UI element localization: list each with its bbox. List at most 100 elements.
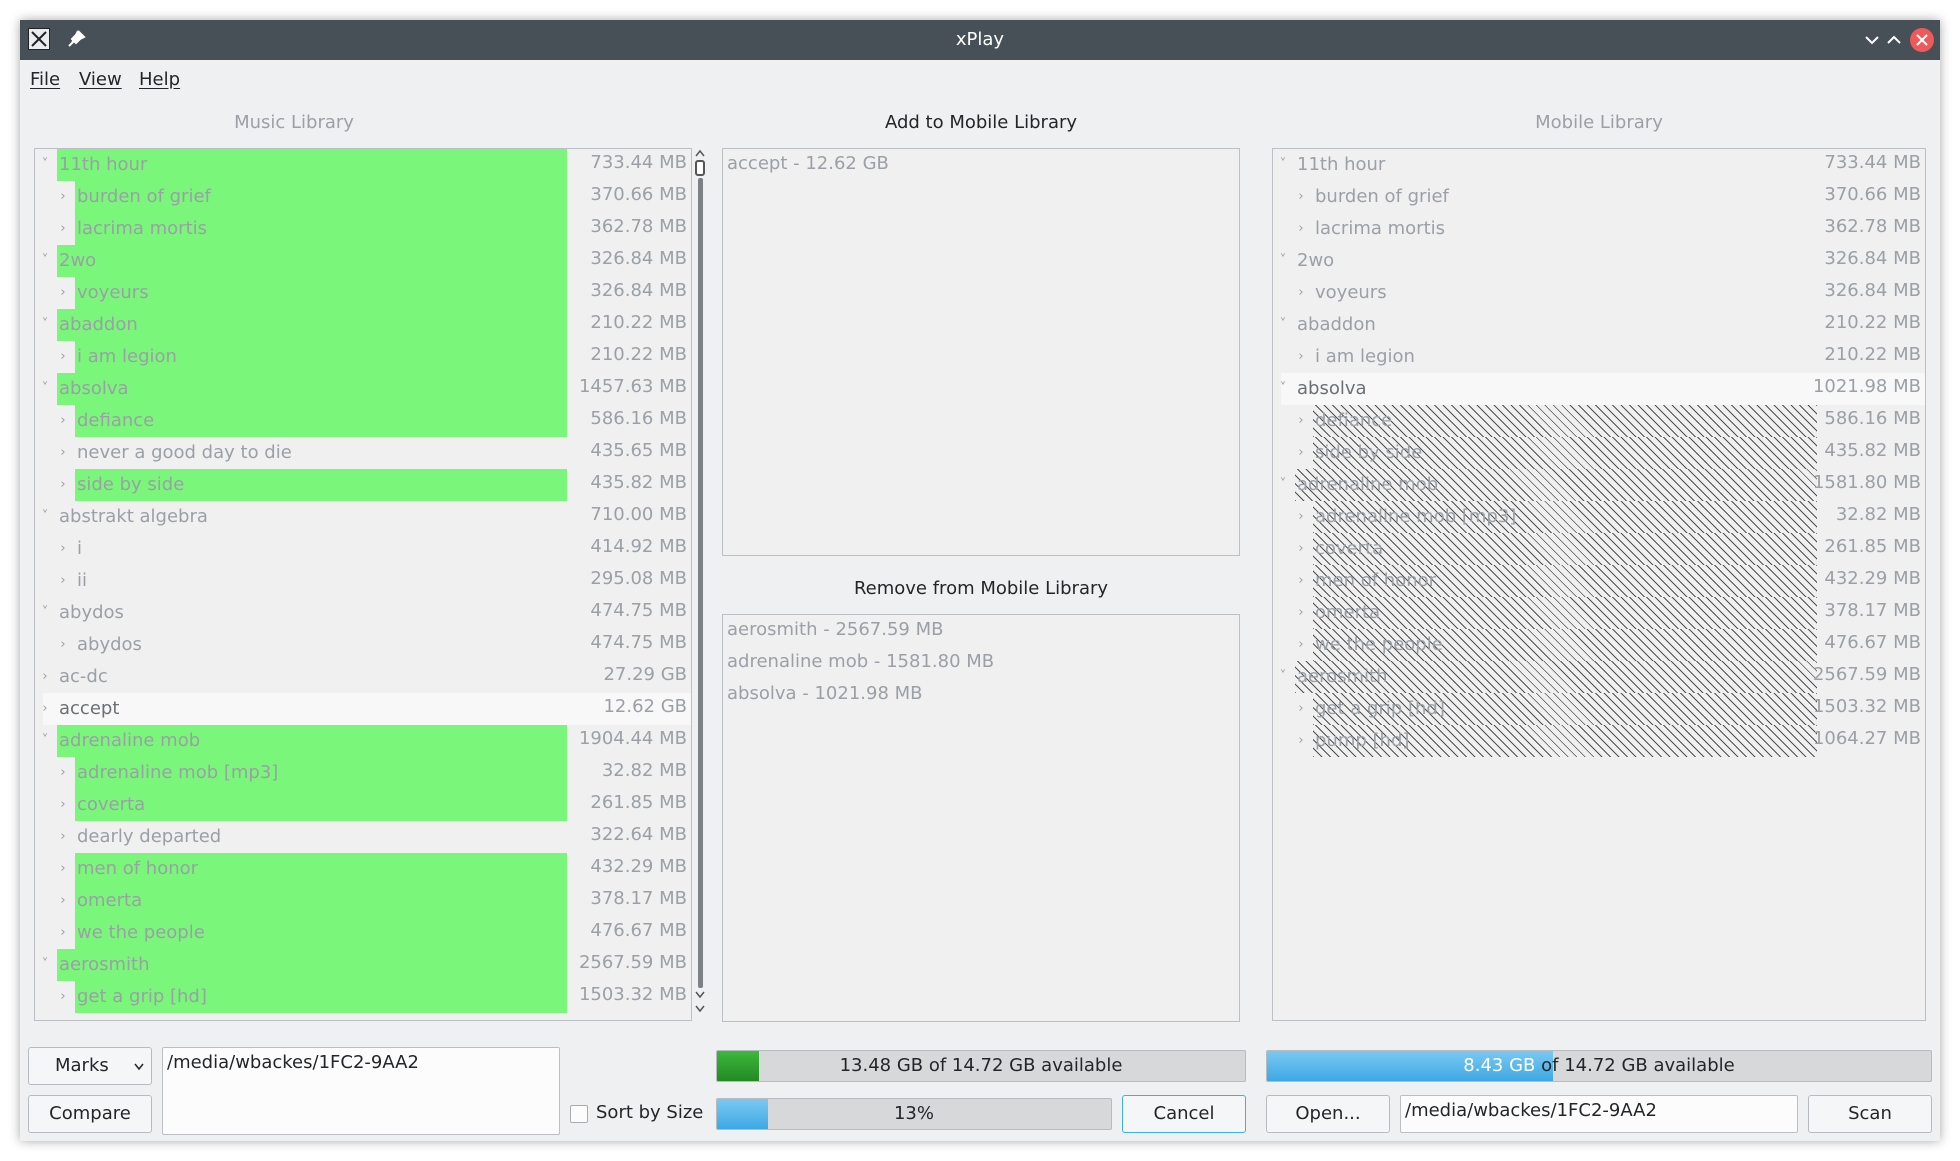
remove-list[interactable]: aerosmith - 2567.59 MB adrenaline mob - …: [722, 614, 1240, 1022]
tree-row[interactable]: ˅ abaddon 210.22 MB: [1273, 309, 1925, 341]
chevron-down-icon[interactable]: ˅: [39, 949, 51, 981]
tree-row[interactable]: › get a grip [hd] 1503.32 MB: [35, 981, 691, 1013]
marks-dropdown[interactable]: Marks: [28, 1047, 152, 1085]
chevron-right-icon[interactable]: ›: [1295, 277, 1307, 309]
tree-row[interactable]: › lacrima mortis 362.78 MB: [1273, 213, 1925, 245]
tree-row[interactable]: › ac-dc 27.29 GB: [35, 661, 691, 693]
tree-row[interactable]: › pump [hd] 1064.27 MB: [1273, 725, 1925, 757]
chevron-right-icon[interactable]: ›: [57, 469, 69, 501]
tree-row[interactable]: › adrenaline mob [mp3] 32.82 MB: [1273, 501, 1925, 533]
tree-row[interactable]: › voyeurs 326.84 MB: [35, 277, 691, 309]
tree-row[interactable]: ˅ absolva 1457.63 MB: [35, 373, 691, 405]
chevron-right-icon[interactable]: ›: [57, 853, 69, 885]
chevron-right-icon[interactable]: ›: [57, 917, 69, 949]
menu-help[interactable]: Help: [139, 69, 180, 90]
chevron-down-icon[interactable]: ˅: [1277, 469, 1289, 501]
tree-row[interactable]: ˅ 11th hour 733.44 MB: [35, 149, 691, 181]
tree-row[interactable]: › defiance 586.16 MB: [35, 405, 691, 437]
chevron-right-icon[interactable]: ›: [1295, 565, 1307, 597]
tree-row[interactable]: › burden of grief 370.66 MB: [35, 181, 691, 213]
chevron-down-icon[interactable]: ˅: [39, 309, 51, 341]
list-item[interactable]: aerosmith - 2567.59 MB: [727, 619, 943, 640]
list-item[interactable]: adrenaline mob - 1581.80 MB: [727, 651, 994, 672]
scroll-up-icon[interactable]: [694, 148, 706, 158]
chevron-down-icon[interactable]: ˅: [1277, 661, 1289, 693]
sort-by-size-checkbox[interactable]: [570, 1105, 588, 1123]
chevron-right-icon[interactable]: ›: [1295, 533, 1307, 565]
tree-row[interactable]: › lacrima mortis 362.78 MB: [35, 213, 691, 245]
chevron-right-icon[interactable]: ›: [57, 213, 69, 245]
scroll-track[interactable]: [698, 178, 703, 988]
music-library-scrollbar[interactable]: [692, 148, 708, 1020]
chevron-down-icon[interactable]: ˅: [1277, 149, 1289, 181]
music-path-input[interactable]: /media/wbackes/1FC2-9AA2: [162, 1047, 560, 1135]
tree-row[interactable]: › we the people 476.67 MB: [1273, 629, 1925, 661]
chevron-right-icon[interactable]: ›: [1295, 725, 1307, 757]
cancel-button[interactable]: Cancel: [1122, 1095, 1246, 1133]
chevron-down-icon[interactable]: ˅: [1277, 309, 1289, 341]
tree-row[interactable]: › accept 12.62 GB: [35, 693, 691, 725]
tree-row[interactable]: ˅ adrenaline mob 1904.44 MB: [35, 725, 691, 757]
tree-row[interactable]: › adrenaline mob [mp3] 32.82 MB: [35, 757, 691, 789]
maximize-icon[interactable]: [1884, 30, 1904, 50]
tree-row[interactable]: › men of honor 432.29 MB: [1273, 565, 1925, 597]
chevron-right-icon[interactable]: ›: [1295, 213, 1307, 245]
mobile-library-tree[interactable]: ˅ 11th hour 733.44 MB › burden of grief 370.6…: [1272, 148, 1926, 1021]
chevron-down-icon[interactable]: ˅: [1277, 373, 1289, 405]
chevron-right-icon[interactable]: ›: [1295, 405, 1307, 437]
tree-row[interactable]: › omerta 378.17 MB: [35, 885, 691, 917]
tree-row[interactable]: ˅ adrenaline mob 1581.80 MB: [1273, 469, 1925, 501]
tree-row[interactable]: › we the people 476.67 MB: [35, 917, 691, 949]
tree-row[interactable]: › never a good day to die 435.65 MB: [35, 437, 691, 469]
tree-row[interactable]: › i 414.92 MB: [35, 533, 691, 565]
chevron-right-icon[interactable]: ›: [57, 821, 69, 853]
tree-row[interactable]: › defiance 586.16 MB: [1273, 405, 1925, 437]
chevron-right-icon[interactable]: ›: [57, 629, 69, 661]
chevron-right-icon[interactable]: ›: [57, 341, 69, 373]
chevron-down-icon[interactable]: ˅: [39, 501, 51, 533]
mobile-path-input[interactable]: /media/wbackes/1FC2-9AA2: [1400, 1095, 1798, 1133]
tree-row[interactable]: › burden of grief 370.66 MB: [1273, 181, 1925, 213]
menu-view[interactable]: View: [79, 69, 122, 90]
music-library-tree[interactable]: ˅ 11th hour 733.44 MB › burden of grief 370.6…: [34, 148, 692, 1021]
chevron-right-icon[interactable]: ›: [1295, 597, 1307, 629]
chevron-down-icon[interactable]: ˅: [39, 725, 51, 757]
tree-row[interactable]: › coverta 261.85 MB: [1273, 533, 1925, 565]
chevron-right-icon[interactable]: ›: [1295, 181, 1307, 213]
list-item[interactable]: accept - 12.62 GB: [727, 153, 889, 174]
menu-file[interactable]: File: [30, 69, 60, 90]
tree-row[interactable]: ˅ abaddon 210.22 MB: [35, 309, 691, 341]
chevron-right-icon[interactable]: ›: [57, 437, 69, 469]
tree-row[interactable]: › ii 295.08 MB: [35, 565, 691, 597]
tree-row[interactable]: ˅ abydos 474.75 MB: [35, 597, 691, 629]
close-icon[interactable]: [1910, 28, 1934, 52]
compare-button[interactable]: Compare: [28, 1095, 152, 1133]
open-button[interactable]: Open...: [1266, 1095, 1390, 1133]
chevron-right-icon[interactable]: ›: [1295, 501, 1307, 533]
tree-row[interactable]: › get a grip [hd] 1503.32 MB: [1273, 693, 1925, 725]
scroll-down-icon[interactable]: [694, 1004, 706, 1014]
chevron-right-icon[interactable]: ›: [1295, 437, 1307, 469]
scroll-down-icon[interactable]: [694, 990, 706, 1000]
chevron-down-icon[interactable]: ˅: [39, 149, 51, 181]
chevron-right-icon[interactable]: ›: [1295, 629, 1307, 661]
chevron-right-icon[interactable]: ›: [57, 533, 69, 565]
chevron-down-icon[interactable]: ˅: [39, 245, 51, 277]
tree-row[interactable]: › side by side 435.82 MB: [1273, 437, 1925, 469]
chevron-right-icon[interactable]: ›: [57, 885, 69, 917]
tree-row[interactable]: ˅ 11th hour 733.44 MB: [1273, 149, 1925, 181]
tree-row[interactable]: › coverta 261.85 MB: [35, 789, 691, 821]
tree-row[interactable]: › men of honor 432.29 MB: [35, 853, 691, 885]
tree-row[interactable]: › voyeurs 326.84 MB: [1273, 277, 1925, 309]
chevron-right-icon[interactable]: ›: [39, 661, 51, 693]
tree-row[interactable]: › i am legion 210.22 MB: [35, 341, 691, 373]
tree-row[interactable]: ˅ 2wo 326.84 MB: [35, 245, 691, 277]
scroll-handle[interactable]: [695, 160, 705, 176]
tree-row[interactable]: › i am legion 210.22 MB: [1273, 341, 1925, 373]
chevron-right-icon[interactable]: ›: [57, 277, 69, 309]
chevron-right-icon[interactable]: ›: [1295, 693, 1307, 725]
chevron-right-icon[interactable]: ›: [1295, 341, 1307, 373]
add-list[interactable]: accept - 12.62 GB: [722, 148, 1240, 556]
chevron-down-icon[interactable]: ˅: [1277, 245, 1289, 277]
chevron-right-icon[interactable]: ›: [57, 981, 69, 1013]
